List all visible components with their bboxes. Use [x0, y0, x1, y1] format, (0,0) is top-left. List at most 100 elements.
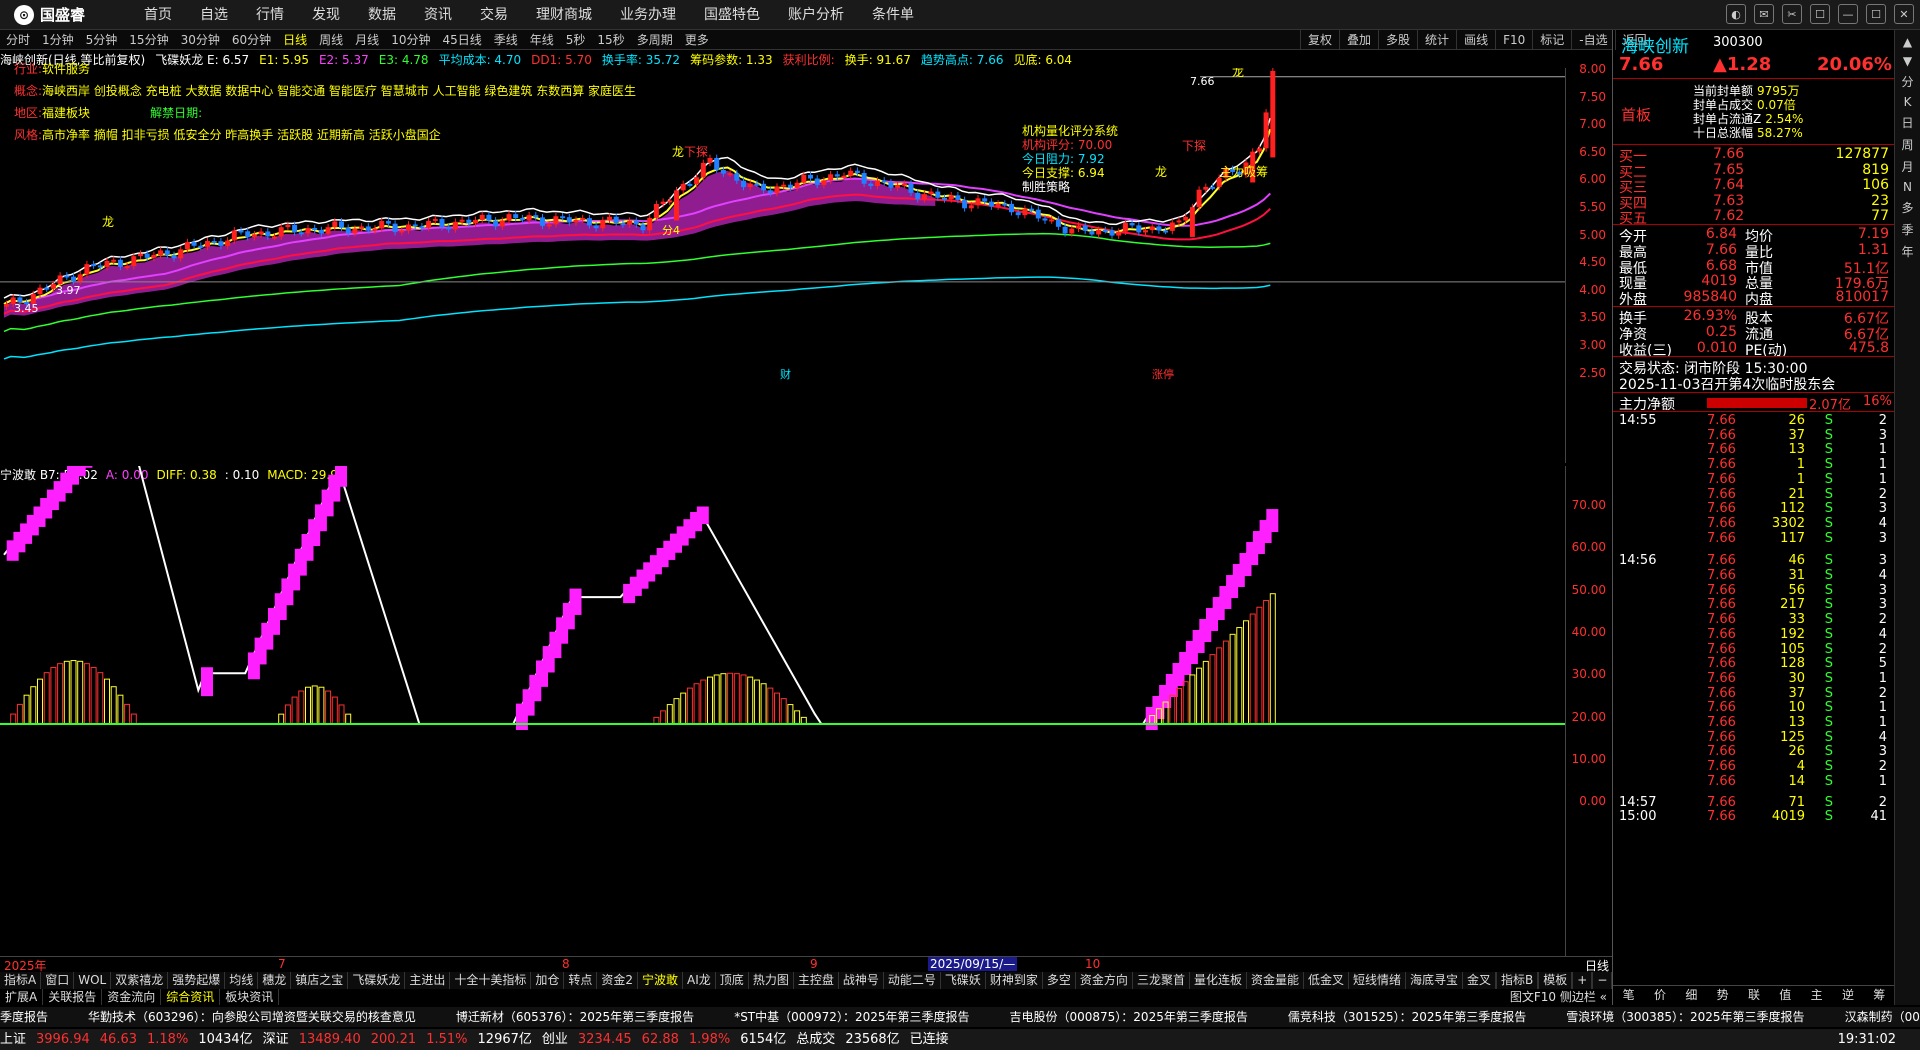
- window-button[interactable]: ☐: [1866, 4, 1886, 24]
- menu-item[interactable]: 数据: [354, 0, 410, 30]
- indicator-tab[interactable]: 资金量能: [1247, 972, 1304, 989]
- indicator-tab[interactable]: 双紫禧龙: [111, 972, 169, 989]
- indicator-tab[interactable]: 金叉: [1463, 972, 1497, 989]
- indicator-tab[interactable]: 宁波敢: [638, 972, 684, 989]
- period-tab[interactable]: 年线: [524, 31, 560, 48]
- indicator-tab[interactable]: 均线: [225, 972, 259, 989]
- period-tab[interactable]: 1分钟: [36, 31, 80, 48]
- period-tab[interactable]: 45日线: [436, 31, 487, 48]
- chart-tool[interactable]: F10: [1495, 30, 1532, 50]
- window-button[interactable]: —: [1838, 4, 1858, 24]
- period-tab[interactable]: 多周期: [631, 31, 679, 48]
- indicator-tab[interactable]: 穗龙: [258, 972, 292, 989]
- indicator-tab[interactable]: 三龙聚首: [1133, 972, 1190, 989]
- indicator-tab-right[interactable]: 指标B: [1496, 972, 1539, 989]
- news-ticker[interactable]: 季度报告 华勤技术（603296）：向参股公司增资暨关联交易的核查意见 博迁新材（6…: [0, 1007, 1920, 1027]
- side-tool[interactable]: 多: [1895, 199, 1920, 216]
- indicator-tab[interactable]: 资金2: [597, 972, 639, 989]
- period-tab[interactable]: 更多: [679, 31, 715, 48]
- period-tab[interactable]: 5分钟: [80, 31, 124, 48]
- chart-tool[interactable]: 统计: [1417, 30, 1456, 50]
- indicator-tab[interactable]: 战神号: [839, 972, 884, 989]
- side-tool[interactable]: ▼: [1895, 54, 1920, 68]
- side-tool[interactable]: 年: [1895, 243, 1920, 260]
- bottom-tab[interactable]: 关联报告: [43, 989, 103, 1005]
- indicator-tab[interactable]: 飞碟妖: [941, 972, 986, 989]
- bottom-tab[interactable]: 资金流向: [102, 989, 162, 1005]
- side-tool[interactable]: 分: [1895, 73, 1920, 90]
- menu-item[interactable]: 国盛特色: [690, 0, 774, 30]
- detail-tab[interactable]: 细: [1676, 986, 1707, 1003]
- indicator-tab[interactable]: 强势起爆: [168, 972, 226, 989]
- chart-tool[interactable]: 画线: [1456, 30, 1495, 50]
- indicator-tab[interactable]: 顶底: [716, 972, 749, 989]
- menu-item[interactable]: 发现: [298, 0, 354, 30]
- sidebar-toggle[interactable]: 图文F10 侧边栏 «: [1505, 989, 1612, 1005]
- chart-tool[interactable]: -自选: [1571, 30, 1614, 50]
- detail-tab[interactable]: 值: [1770, 986, 1801, 1003]
- side-tool[interactable]: K: [1895, 95, 1920, 109]
- indicator-tab-right[interactable]: 模板: [1538, 972, 1573, 989]
- detail-tab[interactable]: 逆: [1832, 986, 1863, 1003]
- indicator-tab[interactable]: 转点: [564, 972, 598, 989]
- news-item[interactable]: 吉电股份（000875）：2025年第三季度报告: [1009, 1010, 1247, 1024]
- detail-tab[interactable]: 笔: [1613, 986, 1644, 1003]
- menu-item[interactable]: 条件单: [858, 0, 928, 30]
- indicator-tab[interactable]: 财神到家: [986, 972, 1043, 989]
- news-item[interactable]: 华勤技术（603296）：向参股公司增资暨关联交易的核查意见: [88, 1010, 416, 1024]
- window-button[interactable]: ✕: [1894, 4, 1914, 24]
- detail-tab[interactable]: 筹: [1864, 986, 1895, 1003]
- news-item[interactable]: 季度报告: [0, 1010, 48, 1024]
- indicator-tab[interactable]: AI龙: [683, 972, 716, 989]
- period-tab[interactable]: 5秒: [560, 31, 592, 48]
- indicator-tab[interactable]: 飞碟妖龙: [348, 972, 406, 989]
- indicator-tab-right[interactable]: +: [1572, 972, 1593, 989]
- indicator-tab[interactable]: 海底寻宝: [1406, 972, 1464, 989]
- indicator-tab[interactable]: 主控盘: [794, 972, 839, 989]
- indicator-tab[interactable]: 热力图: [749, 972, 794, 989]
- period-tab[interactable]: 季线: [488, 31, 524, 48]
- indicator-tab[interactable]: 低金叉: [1304, 972, 1349, 989]
- menu-item[interactable]: 首页: [130, 0, 186, 30]
- period-tab[interactable]: 月线: [349, 31, 385, 48]
- sub-indicator-chart[interactable]: [0, 404, 1565, 956]
- period-tab[interactable]: 15秒: [591, 31, 630, 48]
- menu-item[interactable]: 行情: [242, 0, 298, 30]
- kline-chart[interactable]: 龙 7.66 龙龙下探 下探 主力吸筹龙分4 财涨停 3.97 3.45 行业:软件服务 概念:…: [0, 62, 1565, 463]
- indicator-tab[interactable]: 多空: [1043, 972, 1076, 989]
- menu-item[interactable]: 账户分析: [774, 0, 858, 30]
- period-tab[interactable]: 周线: [313, 31, 349, 48]
- window-button[interactable]: ✂: [1782, 4, 1802, 24]
- window-button[interactable]: ✉: [1754, 4, 1774, 24]
- bottom-tab[interactable]: 扩展A: [0, 989, 44, 1005]
- menu-item[interactable]: 交易: [466, 0, 522, 30]
- side-tool[interactable]: 日: [1895, 114, 1920, 131]
- period-tab[interactable]: 日线: [277, 31, 313, 48]
- side-tool[interactable]: 季: [1895, 221, 1920, 238]
- indicator-tab[interactable]: 资金方向: [1076, 972, 1133, 989]
- chart-tool[interactable]: 复权: [1300, 30, 1339, 50]
- menu-item[interactable]: 资讯: [410, 0, 466, 30]
- indicator-tab-right[interactable]: −: [1592, 972, 1612, 989]
- indicator-tab[interactable]: 指标A: [0, 972, 42, 989]
- menu-item[interactable]: 自选: [186, 0, 242, 30]
- period-tab[interactable]: 60分钟: [226, 31, 277, 48]
- period-tab[interactable]: 15分钟: [123, 31, 174, 48]
- window-button[interactable]: ◐: [1726, 4, 1746, 24]
- indicator-tab[interactable]: 加仓: [531, 972, 565, 989]
- window-button[interactable]: ☐: [1810, 4, 1830, 24]
- side-tool[interactable]: N: [1895, 180, 1920, 194]
- period-tab[interactable]: 30分钟: [175, 31, 226, 48]
- tick-list[interactable]: 14:55 7.66 26 S 2 7.66 37 S 3 7.66 13 S 1 7.66 1 S 1 7.66…: [1613, 413, 1895, 983]
- news-item[interactable]: 汉森制药（002412）：2025年: [1845, 1010, 1920, 1024]
- app-logo[interactable]: ⊙ 国盛睿: [0, 4, 130, 25]
- side-tool[interactable]: 周: [1895, 136, 1920, 153]
- indicator-tab[interactable]: WOL: [74, 972, 112, 989]
- indicator-tab[interactable]: 量化连板: [1190, 972, 1247, 989]
- news-item[interactable]: 儒竞科技（301525）：2025年第三季度报告: [1288, 1010, 1526, 1024]
- chart-tool[interactable]: 叠加: [1339, 30, 1378, 50]
- detail-tab[interactable]: 价: [1644, 986, 1675, 1003]
- menu-item[interactable]: 理财商城: [522, 0, 606, 30]
- indicator-tab[interactable]: 镇店之宝: [291, 972, 349, 989]
- detail-tab[interactable]: 联: [1738, 986, 1769, 1003]
